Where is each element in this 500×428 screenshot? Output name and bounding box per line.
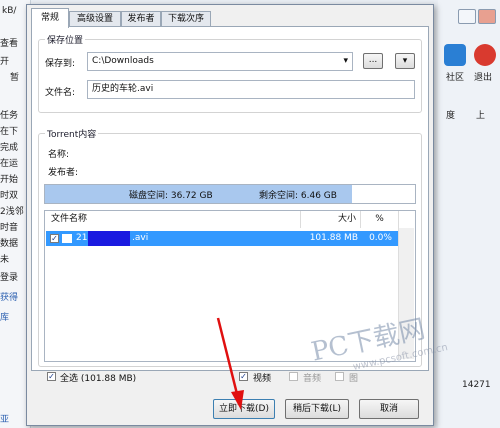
exit-label: 退出: [474, 73, 493, 83]
window-close-button[interactable]: [478, 9, 496, 24]
redacted-block: [88, 231, 130, 246]
download-later-button[interactable]: 稍后下载(L): [285, 399, 349, 419]
column-size[interactable]: 大小: [301, 211, 361, 228]
save-path-select[interactable]: C:\Downloads ▾: [87, 52, 353, 71]
tab-general[interactable]: 常规: [31, 8, 69, 28]
tab-advanced[interactable]: 高级设置: [69, 11, 121, 27]
file-name-prefix: 21: [76, 233, 88, 243]
column-filename[interactable]: 文件名称: [45, 211, 301, 228]
select-all-label: 全选 (101.88 MB): [60, 374, 137, 384]
save-location-group: 保存位置 保存到: C:\Downloads ▾ ... ▾ 文件名: 历史的车…: [38, 33, 422, 113]
video-file-icon: [62, 234, 72, 243]
torrent-name-label: 名称:: [48, 150, 70, 160]
filter-audio-label: 音频: [303, 374, 322, 384]
disk-space-bar: 磁盘空间: 36.72 GB 剩余空间: 6.46 GB: [44, 184, 416, 204]
background-toolbar-right: 社区 退出 度 上 14271: [438, 0, 500, 428]
table-row[interactable]: ✓ 21 .avi 101.88 MB 0.0%: [46, 231, 398, 246]
save-to-label: 保存到:: [45, 59, 76, 69]
path-menu-button[interactable]: ▾: [395, 53, 415, 69]
exit-icon[interactable]: [474, 44, 496, 66]
filter-audio-checkbox[interactable]: [289, 372, 298, 381]
download-now-button[interactable]: 立即下载(D): [213, 399, 275, 419]
torrent-content-title: Torrent内容: [45, 127, 99, 140]
cancel-button[interactable]: 取消: [359, 399, 419, 419]
save-path-value: C:\Downloads: [92, 56, 154, 66]
community-icon[interactable]: [444, 44, 466, 66]
column-header: 上: [476, 111, 486, 121]
community-label: 社区: [446, 73, 465, 83]
disk-space-text: 磁盘空间: 36.72 GB: [129, 191, 213, 201]
tab-download-order[interactable]: 下载次序: [161, 11, 211, 27]
file-name-suffix: .avi: [132, 233, 149, 243]
filter-image-checkbox[interactable]: [335, 372, 344, 381]
filter-video-label: 视频: [253, 374, 272, 384]
column-header: 度: [446, 111, 456, 121]
window-minimize-button[interactable]: [458, 9, 476, 24]
free-space-text: 剩余空间: 6.46 GB: [259, 191, 337, 201]
filename-input[interactable]: 历史的车轮.avi: [87, 80, 415, 99]
column-percent[interactable]: %: [361, 211, 399, 228]
status-text: 14271: [462, 380, 491, 390]
file-checkbox[interactable]: ✓: [50, 234, 59, 243]
save-location-title: 保存位置: [45, 33, 86, 46]
browse-button[interactable]: ...: [363, 53, 383, 69]
filter-video-checkbox[interactable]: ✓: [239, 372, 248, 381]
tab-publisher[interactable]: 发布者: [121, 11, 161, 27]
file-size: 101.88 MB: [309, 233, 358, 243]
torrent-publisher-label: 发布者:: [48, 168, 79, 178]
select-all-checkbox[interactable]: ✓: [47, 372, 56, 381]
file-percent: 0.0%: [369, 233, 392, 243]
filename-label: 文件名:: [45, 88, 76, 98]
chevron-down-icon: ▾: [343, 56, 348, 66]
